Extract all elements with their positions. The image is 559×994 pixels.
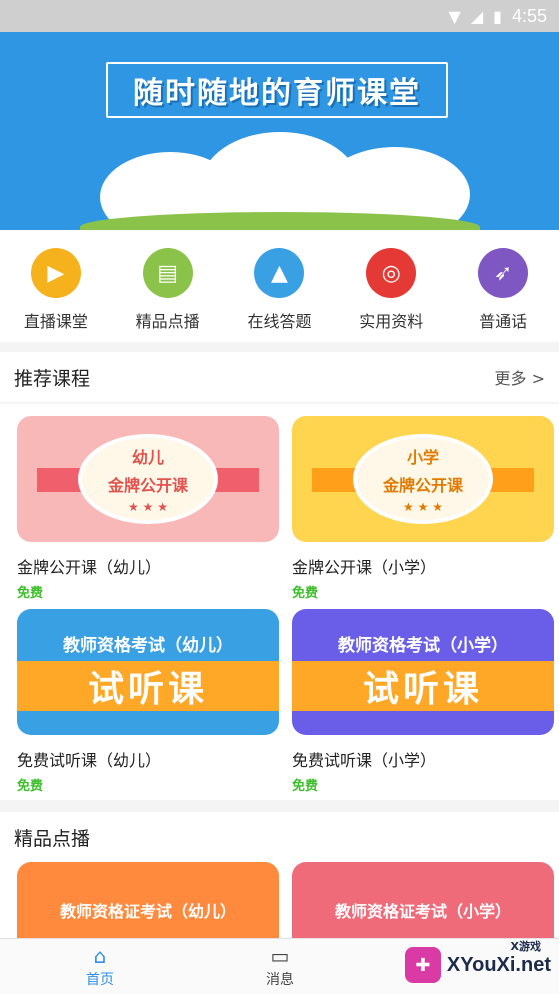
signal-icon: ◢ bbox=[470, 7, 484, 26]
course-thumbnail: 幼儿 金牌公开课 ★ ★ ★ bbox=[17, 416, 279, 542]
recommended-grid: 幼儿 金牌公开课 ★ ★ ★ 金牌公开课（幼儿） 免费 小学 金牌公开课 ★ ★… bbox=[0, 404, 559, 800]
badge-line1: 小学 bbox=[406, 448, 439, 467]
message-icon: ▭ bbox=[270, 943, 290, 968]
category-bar: ▶ 直播课堂 ▤ 精品点播 ▲ 在线答题 ◎ 实用资料 ➶ 普通话 bbox=[0, 230, 559, 342]
target-icon: ◎ bbox=[366, 248, 417, 298]
thumb-subtitle: 教师资格考试（幼儿） bbox=[63, 636, 233, 656]
course-thumbnail: 教师资格考试（幼儿） 试听课 bbox=[17, 609, 279, 735]
category-mandarin[interactable]: ➶ 普通话 bbox=[453, 248, 553, 342]
nav-label: 首页 bbox=[86, 971, 114, 988]
badge-line1: 幼儿 bbox=[131, 448, 164, 467]
recommended-header: 推荐课程 更多 > bbox=[0, 352, 559, 402]
vod-thumbnail: 教师资格证考试（小学） bbox=[292, 862, 554, 938]
vod-card[interactable]: 教师资格证考试（小学） bbox=[292, 862, 554, 938]
watermark: X游戏 ✚ XYouXi.net bbox=[391, 940, 551, 990]
vod-thumbnail: 教师资格证考试（幼儿） bbox=[17, 862, 279, 938]
battery-icon: ▮ bbox=[493, 7, 502, 26]
watermark-text: XYouXi.net bbox=[446, 953, 551, 976]
book-icon: ▤ bbox=[142, 248, 193, 298]
course-title: 免费试听课（幼儿） bbox=[17, 751, 162, 770]
category-label: 精品点播 bbox=[135, 312, 200, 331]
stars-icon: ★ ★ ★ bbox=[128, 500, 168, 514]
course-card[interactable]: 教师资格考试（小学） 试听课 免费试听课（小学） 免费 bbox=[292, 609, 554, 794]
medal-badge: 小学 金牌公开课 ★ ★ ★ bbox=[353, 434, 493, 524]
vod-title: 教师资格证考试（幼儿） bbox=[59, 902, 236, 921]
thumb-banner-text: 试听课 bbox=[292, 661, 554, 711]
category-live[interactable]: ▶ 直播课堂 bbox=[6, 248, 106, 342]
course-price: 免费 bbox=[17, 779, 44, 794]
hero-banner[interactable]: 随时随地的育师课堂 bbox=[0, 32, 559, 230]
home-icon: ⌂ bbox=[93, 943, 107, 968]
category-label: 直播课堂 bbox=[23, 312, 88, 331]
section-title: 精品点播 bbox=[14, 827, 91, 850]
category-vod[interactable]: ▤ 精品点播 bbox=[118, 248, 218, 342]
banner-title: 随时随地的育师课堂 bbox=[133, 76, 421, 111]
wifi-icon: ▼ bbox=[448, 7, 461, 26]
course-price: 免费 bbox=[292, 586, 319, 601]
badge-line2: 金牌公开课 bbox=[107, 476, 188, 495]
course-thumbnail: 教师资格考试（小学） 试听课 bbox=[292, 609, 554, 735]
category-label: 在线答题 bbox=[247, 312, 312, 331]
nav-messages[interactable]: ▭ 消息 bbox=[180, 939, 380, 994]
vod-title: 教师资格证考试（小学） bbox=[334, 902, 511, 921]
course-title: 免费试听课（小学） bbox=[292, 751, 437, 770]
vod-card[interactable]: 教师资格证考试（幼儿） bbox=[17, 862, 279, 938]
nav-label: 消息 bbox=[266, 971, 294, 988]
nav-home[interactable]: ⌂ 首页 bbox=[0, 939, 200, 994]
course-price: 免费 bbox=[292, 779, 319, 794]
course-card[interactable]: 教师资格考试（幼儿） 试听课 免费试听课（幼儿） 免费 bbox=[17, 609, 279, 794]
category-label: 实用资料 bbox=[359, 312, 424, 331]
course-card[interactable]: 小学 金牌公开课 ★ ★ ★ 金牌公开课（小学） 免费 bbox=[292, 416, 554, 601]
thumb-subtitle: 教师资格考试（小学） bbox=[338, 636, 508, 656]
section-title: 推荐课程 bbox=[14, 367, 91, 390]
thumb-banner-text: 试听课 bbox=[17, 661, 279, 711]
vod-grid: 教师资格证考试（幼儿） 教师资格证考试（小学） bbox=[0, 862, 559, 938]
mountain-icon: ▲ bbox=[254, 248, 305, 298]
more-link[interactable]: 更多 > bbox=[495, 365, 546, 389]
vod-header: 精品点播 bbox=[0, 812, 559, 862]
tv-icon: ▶ bbox=[30, 248, 81, 298]
category-quiz[interactable]: ▲ 在线答题 bbox=[229, 248, 329, 342]
medal-badge: 幼儿 金牌公开课 ★ ★ ★ bbox=[78, 434, 218, 524]
banner-title-frame: 随时随地的育师课堂 bbox=[106, 62, 448, 118]
course-card[interactable]: 幼儿 金牌公开课 ★ ★ ★ 金牌公开课（幼儿） 免费 bbox=[17, 416, 279, 601]
rocket-icon: ➶ bbox=[478, 248, 529, 298]
course-price: 免费 bbox=[17, 586, 44, 601]
gamepad-icon: ✚ bbox=[404, 947, 441, 983]
category-materials[interactable]: ◎ 实用资料 bbox=[341, 248, 441, 342]
course-title: 金牌公开课（幼儿） bbox=[17, 558, 162, 577]
category-label: 普通话 bbox=[479, 312, 528, 331]
stars-icon: ★ ★ ★ bbox=[403, 500, 443, 514]
status-time: 4:55 bbox=[511, 6, 547, 26]
course-thumbnail: 小学 金牌公开课 ★ ★ ★ bbox=[292, 416, 554, 542]
course-title: 金牌公开课（小学） bbox=[292, 558, 437, 577]
watermark-small: X游戏 bbox=[510, 940, 541, 953]
status-bar: ▼ ◢ ▮ 4:55 bbox=[0, 0, 559, 32]
badge-line2: 金牌公开课 bbox=[382, 476, 463, 495]
